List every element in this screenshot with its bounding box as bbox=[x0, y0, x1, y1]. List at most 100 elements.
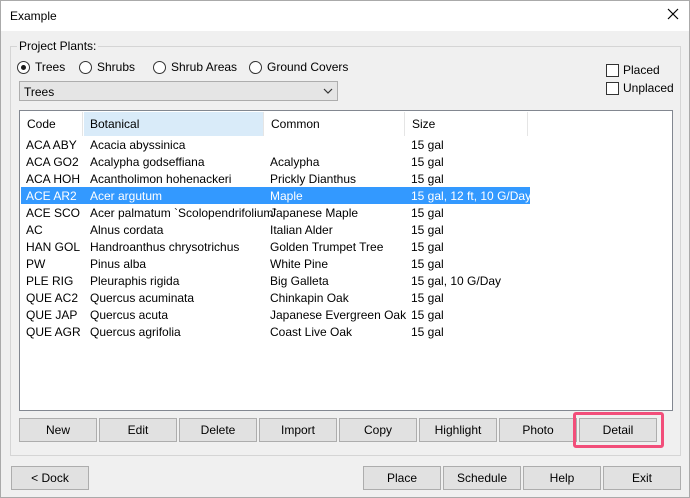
plant-type-dropdown[interactable]: Trees bbox=[19, 81, 338, 101]
cell-code: PW bbox=[26, 257, 46, 271]
cell-size: 15 gal bbox=[411, 223, 444, 237]
dock-button[interactable]: < Dock bbox=[11, 466, 89, 490]
cell-code: QUE JAP bbox=[26, 308, 78, 322]
cell-size: 15 gal bbox=[411, 172, 444, 186]
cell-common: Golden Trumpet Tree bbox=[270, 240, 384, 254]
cell-code: PLE RIG bbox=[26, 274, 74, 288]
table-row[interactable]: ACA GO2 Acalypha godseffiana Acalypha 15… bbox=[21, 153, 530, 170]
cell-common: Italian Alder bbox=[270, 223, 333, 237]
cell-size: 15 gal bbox=[411, 155, 444, 169]
table-row[interactable]: ACA ABY Acacia abyssinica 15 gal bbox=[21, 136, 530, 153]
cell-size: 15 gal bbox=[411, 206, 444, 220]
table-row[interactable]: PW Pinus alba White Pine 15 gal bbox=[21, 255, 530, 272]
radio-shrubs[interactable]: Shrubs bbox=[79, 59, 135, 75]
column-header-size[interactable]: Size bbox=[406, 112, 528, 136]
cell-common: Maple bbox=[270, 189, 303, 203]
radio-unchecked-icon bbox=[153, 60, 166, 74]
place-button[interactable]: Place bbox=[363, 466, 441, 490]
chevron-down-icon bbox=[323, 88, 333, 94]
cell-size: 15 gal bbox=[411, 308, 444, 322]
cell-common: Acalypha bbox=[270, 155, 320, 169]
photo-button[interactable]: Photo bbox=[499, 418, 577, 442]
column-header-botanical[interactable]: Botanical bbox=[84, 112, 264, 136]
edit-button[interactable]: Edit bbox=[99, 418, 177, 442]
help-button[interactable]: Help bbox=[523, 466, 601, 490]
radio-ground-covers[interactable]: Ground Covers bbox=[249, 59, 348, 75]
cell-common: Big Galleta bbox=[270, 274, 329, 288]
plants-dialog: Example Project Plants: Trees Shrubs Shr… bbox=[0, 0, 690, 498]
cell-botanical: Acer argutum bbox=[90, 189, 163, 203]
unplaced-checkbox[interactable]: Unplaced bbox=[606, 80, 674, 96]
highlight-button[interactable]: Highlight bbox=[419, 418, 497, 442]
window-title: Example bbox=[10, 9, 57, 23]
radio-label: Shrubs bbox=[97, 60, 136, 74]
import-button[interactable]: Import bbox=[259, 418, 337, 442]
cell-botanical: Quercus acuta bbox=[90, 308, 169, 322]
cell-botanical: Handroanthus chrysotrichus bbox=[90, 240, 240, 254]
table-row-selected[interactable]: ACE AR2 Acer argutum Maple 15 gal, 12 ft… bbox=[21, 187, 532, 204]
table-row[interactable]: PLE RIG Pleuraphis rigida Big Galleta 15… bbox=[21, 272, 530, 289]
plants-table[interactable]: Code Botanical Common Size ACA ABY Acaci… bbox=[19, 110, 673, 411]
cell-code: QUE AGR bbox=[26, 325, 81, 339]
checkbox-label: Placed bbox=[623, 63, 660, 77]
delete-button[interactable]: Delete bbox=[179, 418, 257, 442]
detail-annotation-highlight bbox=[573, 412, 664, 448]
cell-size: 15 gal bbox=[411, 257, 444, 271]
cell-code: ACE AR2 bbox=[26, 189, 77, 203]
cell-size: 15 gal bbox=[411, 291, 444, 305]
cell-code: ACE SCO bbox=[26, 206, 81, 220]
radio-checked-icon bbox=[17, 60, 30, 74]
cell-common: Japanese Maple bbox=[270, 206, 359, 220]
cell-common: Japanese Evergreen Oak bbox=[270, 308, 407, 322]
placed-checkbox[interactable]: Placed bbox=[606, 62, 660, 78]
checkbox-icon bbox=[606, 63, 619, 77]
cell-botanical: Quercus agrifolia bbox=[90, 325, 181, 339]
exit-button[interactable]: Exit bbox=[603, 466, 681, 490]
checkbox-icon bbox=[606, 81, 619, 95]
cell-code: ACA ABY bbox=[26, 138, 77, 152]
cell-common: Coast Live Oak bbox=[270, 325, 353, 339]
radio-unchecked-icon bbox=[249, 60, 262, 74]
schedule-button[interactable]: Schedule bbox=[443, 466, 521, 490]
radio-label: Shrub Areas bbox=[171, 60, 238, 74]
cell-code: QUE AC2 bbox=[26, 291, 79, 305]
radio-label: Trees bbox=[35, 60, 66, 74]
table-row[interactable]: ACA HOH Acantholimon hohenackeri Prickly… bbox=[21, 170, 530, 187]
table-row[interactable]: HAN GOL Handroanthus chrysotrichus Golde… bbox=[21, 238, 530, 255]
cell-size: 15 gal bbox=[411, 240, 444, 254]
cell-size: 15 gal bbox=[411, 138, 444, 152]
cell-botanical: Acalypha godseffiana bbox=[90, 155, 205, 169]
close-icon[interactable] bbox=[665, 6, 681, 22]
cell-size: 15 gal, 12 ft, 10 G/Day bbox=[411, 189, 532, 203]
checkbox-label: Unplaced bbox=[623, 81, 674, 95]
radio-shrub-areas[interactable]: Shrub Areas bbox=[153, 59, 237, 75]
title-bar: Example bbox=[1, 1, 689, 31]
cell-code: AC bbox=[26, 223, 43, 237]
cell-botanical: Alnus cordata bbox=[90, 223, 164, 237]
cell-botanical: Acantholimon hohenackeri bbox=[90, 172, 232, 186]
cell-botanical: Pleuraphis rigida bbox=[90, 274, 180, 288]
cell-size: 15 gal, 10 G/Day bbox=[411, 274, 502, 288]
cell-code: HAN GOL bbox=[26, 240, 81, 254]
cell-botanical: Pinus alba bbox=[90, 257, 147, 271]
dropdown-value: Trees bbox=[24, 85, 55, 99]
radio-trees[interactable]: Trees bbox=[17, 59, 65, 75]
cell-botanical: Quercus acuminata bbox=[90, 291, 195, 305]
table-row[interactable]: AC Alnus cordata Italian Alder 15 gal bbox=[21, 221, 530, 238]
table-row[interactable]: QUE AGR Quercus agrifolia Coast Live Oak… bbox=[21, 323, 530, 340]
cell-code: ACA HOH bbox=[26, 172, 81, 186]
table-row[interactable]: ACE SCO Acer palmatum `Scolopendrifolium… bbox=[21, 204, 530, 221]
column-header-common[interactable]: Common bbox=[265, 112, 405, 136]
cell-botanical: Acer palmatum `Scolopendrifolium` bbox=[90, 206, 278, 220]
radio-unchecked-icon bbox=[79, 60, 92, 74]
table-row[interactable]: QUE AC2 Quercus acuminata Chinkapin Oak … bbox=[21, 289, 530, 306]
new-button[interactable]: New bbox=[19, 418, 97, 442]
cell-size: 15 gal bbox=[411, 325, 444, 339]
cell-code: ACA GO2 bbox=[26, 155, 79, 169]
cell-botanical: Acacia abyssinica bbox=[90, 138, 186, 152]
table-row[interactable]: QUE JAP Quercus acuta Japanese Evergreen… bbox=[21, 306, 530, 323]
radio-label: Ground Covers bbox=[267, 60, 349, 74]
cell-common: Prickly Dianthus bbox=[270, 172, 357, 186]
copy-button[interactable]: Copy bbox=[339, 418, 417, 442]
column-header-code[interactable]: Code bbox=[21, 112, 83, 136]
